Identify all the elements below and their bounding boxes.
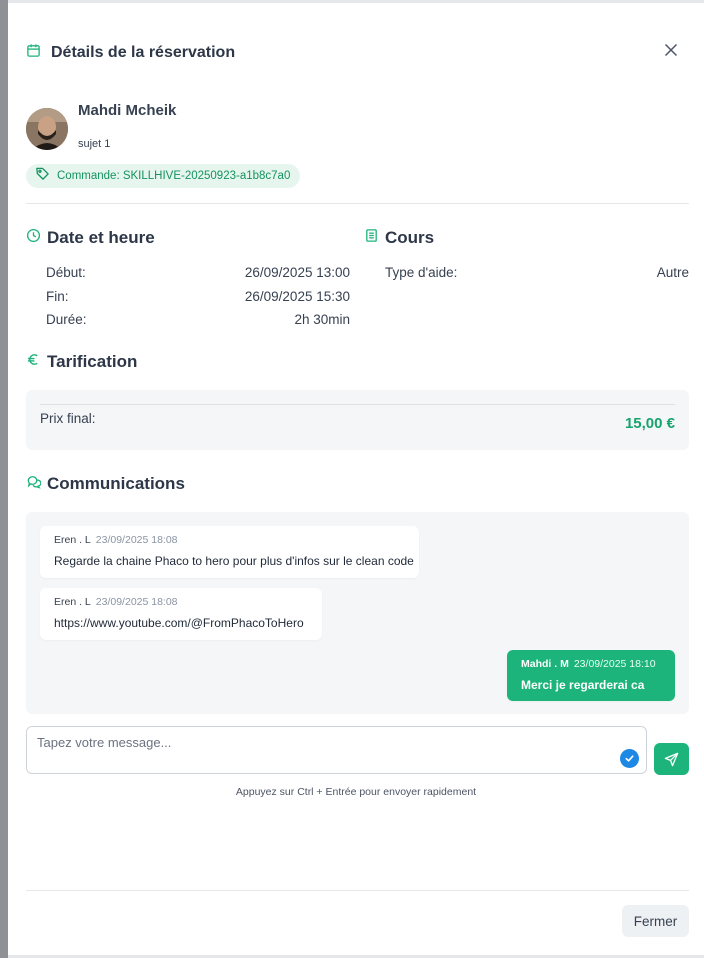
course-section-title: Cours xyxy=(364,228,434,248)
message-author: Eren . L xyxy=(54,596,91,608)
help-type-value: Autre xyxy=(656,265,689,280)
message-time: 23/09/2025 18:08 xyxy=(95,534,178,546)
message-time: 23/09/2025 18:08 xyxy=(95,596,178,608)
start-value: 26/09/2025 13:00 xyxy=(244,265,350,280)
order-badge: Commande: SKILLHIVE-20250923-a1b8c7a0 xyxy=(26,164,301,188)
message-author: Eren . L xyxy=(54,534,91,546)
reservation-details-modal: Détails de la réservation Mahdi Mcheik s… xyxy=(8,3,704,955)
message-author: Mahdi . M xyxy=(521,658,569,670)
message-input[interactable] xyxy=(27,727,646,773)
send-hint: Appuyez sur Ctrl + Entrée pour envoyer r… xyxy=(235,786,477,798)
check-circle-icon xyxy=(620,749,639,768)
avatar xyxy=(26,108,68,150)
pricing-title: Tarification xyxy=(47,352,138,371)
book-icon xyxy=(364,228,379,248)
final-price-label: Prix final: xyxy=(40,411,96,426)
end-value: 26/09/2025 15:30 xyxy=(244,289,350,304)
datetime-section-title: Date et heure xyxy=(26,228,155,248)
modal-title: Détails de la réservation xyxy=(51,44,236,61)
price-divider xyxy=(40,404,675,405)
duration-value: 2h 30min xyxy=(294,312,350,327)
chat-icon xyxy=(26,474,42,494)
user-subject: sujet 1 xyxy=(78,138,111,150)
start-label: Début: xyxy=(46,265,86,280)
message-time: 23/09/2025 18:10 xyxy=(573,658,656,670)
message-input-wrapper xyxy=(26,726,647,774)
datetime-title: Date et heure xyxy=(47,228,155,247)
end-label: Fin: xyxy=(46,289,69,304)
send-icon xyxy=(664,752,679,766)
message-text: Merci je regarderai ca xyxy=(521,678,645,692)
pricing-section-title: Tarification xyxy=(26,352,137,372)
order-label: Commande: SKILLHIVE-20250923-a1b8c7a0 xyxy=(57,170,291,182)
message-thread[interactable]: Eren . L 23/09/2025 18:08 Regarde la chai… xyxy=(26,512,689,714)
close-footer-button[interactable]: Fermer xyxy=(622,905,689,937)
course-title: Cours xyxy=(385,228,435,247)
communications-section-title: Communications xyxy=(26,474,185,494)
send-button[interactable] xyxy=(654,743,689,775)
backdrop-strip xyxy=(0,0,8,958)
euro-icon xyxy=(26,352,41,372)
message-link[interactable]: https://www.youtube.com/@FromPhacoToHero xyxy=(54,616,304,630)
communications-title: Communications xyxy=(47,474,185,493)
tag-icon xyxy=(35,166,50,186)
final-price-value: 15,00 € xyxy=(624,415,675,432)
divider xyxy=(26,203,689,204)
close-icon xyxy=(664,43,678,57)
modal-header: Détails de la réservation xyxy=(26,41,235,65)
help-type-label: Type d'aide: xyxy=(385,265,458,280)
message-bubble-own: Mahdi . M 23/09/2025 18:10 Merci je regar… xyxy=(507,650,675,701)
clock-icon xyxy=(26,228,41,248)
footer-divider xyxy=(26,890,689,891)
price-panel: Prix final: 15,00 € xyxy=(26,390,689,450)
calendar-icon xyxy=(26,43,41,63)
message-bubble: Eren . L 23/09/2025 18:08 https://www.you… xyxy=(40,588,322,640)
message-bubble: Eren . L 23/09/2025 18:08 Regarde la chai… xyxy=(40,526,419,578)
message-text: Regarde la chaine Phaco to hero pour plu… xyxy=(54,554,414,568)
close-button[interactable] xyxy=(660,39,682,61)
duration-label: Durée: xyxy=(46,312,87,327)
user-name: Mahdi Mcheik xyxy=(78,102,177,119)
